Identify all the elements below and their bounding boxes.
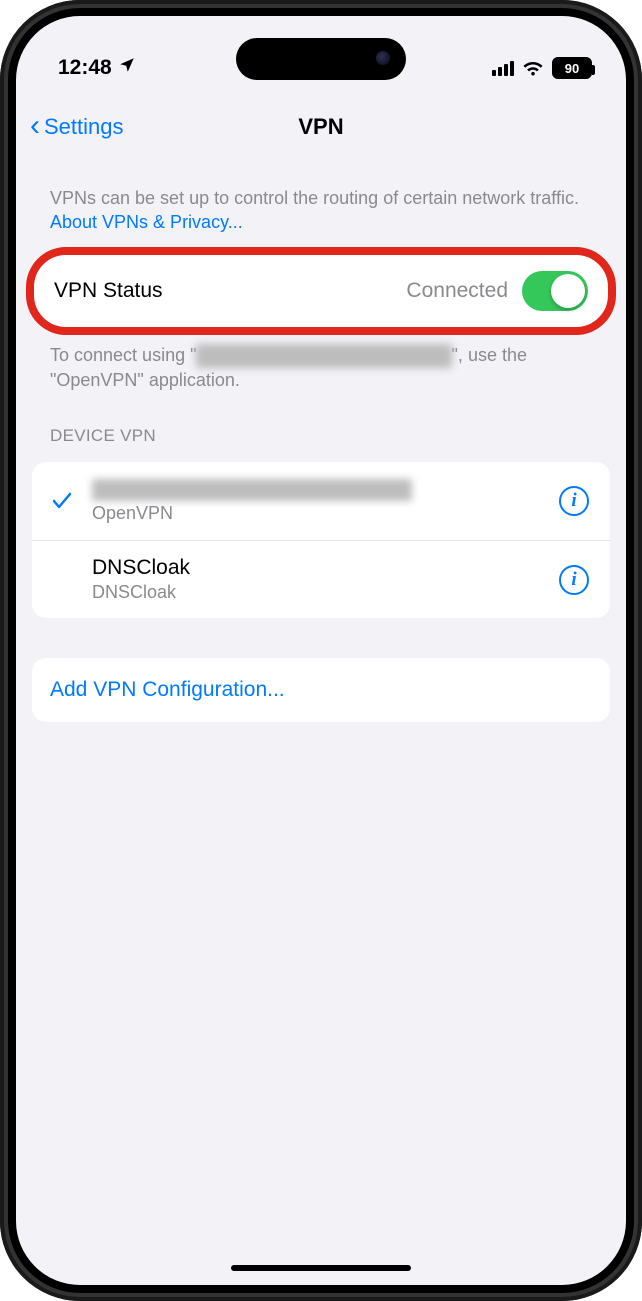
toggle-knob (551, 274, 585, 308)
volume-down-button (0, 430, 3, 520)
location-icon (118, 56, 136, 80)
vpn-status-label: VPN Status (54, 279, 163, 303)
connect-hint-prefix: To connect using " (50, 345, 196, 365)
vpn-config-row[interactable]: OpenVPN i (32, 462, 610, 540)
device-vpn-list: OpenVPN i DNSCloak DNSCloak i (32, 462, 610, 618)
info-icon: i (559, 565, 589, 595)
back-label: Settings (44, 114, 124, 140)
vpn-config-name (92, 479, 552, 501)
home-indicator[interactable] (231, 1265, 411, 1271)
vpn-config-name: DNSCloak (92, 556, 552, 580)
intro-description: VPNs can be set up to control the routin… (32, 158, 610, 245)
device-vpn-header: DEVICE VPN (32, 392, 610, 454)
add-vpn-card: Add VPN Configuration... (32, 658, 610, 722)
volume-up-button (0, 320, 3, 410)
wifi-icon (522, 60, 544, 76)
mute-switch (0, 240, 3, 290)
vpn-info-button[interactable]: i (552, 486, 596, 516)
clock: 12:48 (58, 56, 112, 80)
status-left: 12:48 (58, 56, 136, 80)
vpn-status-toggle[interactable] (522, 271, 588, 311)
status-right: 90 (492, 57, 592, 79)
content: VPNs can be set up to control the routin… (16, 158, 626, 722)
intro-text: VPNs can be set up to control the routin… (50, 188, 579, 208)
back-button[interactable]: ‹ Settings (30, 114, 124, 141)
vpn-config-row[interactable]: DNSCloak DNSCloak i (32, 540, 610, 618)
redacted-config-name: ████████████████████ (196, 344, 451, 368)
page-title: VPN (298, 114, 343, 140)
info-icon: i (559, 486, 589, 516)
redacted-vpn-name (92, 479, 412, 501)
battery-level: 90 (565, 61, 579, 76)
about-vpns-link[interactable]: About VPNs & Privacy... (50, 212, 243, 232)
vpn-info-button[interactable]: i (552, 565, 596, 595)
checkmark-icon (32, 489, 92, 513)
vpn-status-highlight: VPN Status Connected (32, 253, 610, 329)
dynamic-island (236, 38, 406, 80)
vpn-config-main: DNSCloak DNSCloak (92, 556, 552, 603)
battery-icon: 90 (552, 57, 592, 79)
cellular-icon (492, 60, 514, 76)
chevron-left-icon: ‹ (30, 111, 40, 141)
vpn-config-provider: DNSCloak (92, 582, 552, 603)
vpn-config-main: OpenVPN (92, 479, 552, 524)
screen: 12:48 90 (16, 16, 626, 1285)
vpn-status-card: VPN Status Connected (32, 253, 610, 329)
vpn-config-provider: OpenVPN (92, 503, 552, 524)
connect-hint: To connect using "████████████████████",… (32, 329, 610, 393)
navbar: ‹ Settings VPN (16, 96, 626, 158)
vpn-status-row[interactable]: VPN Status Connected (32, 253, 610, 329)
add-vpn-configuration[interactable]: Add VPN Configuration... (32, 658, 610, 722)
phone-frame: 12:48 90 (0, 0, 642, 1301)
vpn-status-value: Connected (406, 279, 508, 303)
